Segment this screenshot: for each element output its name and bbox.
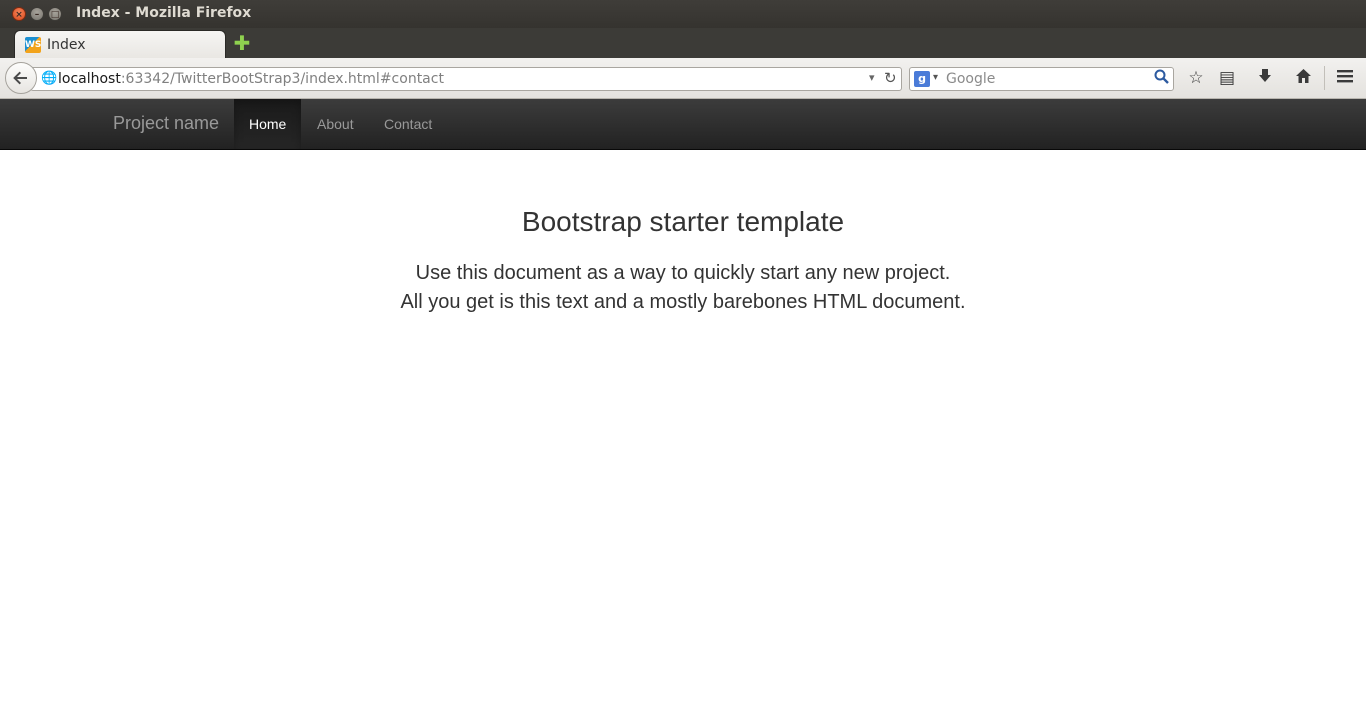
navbar-brand[interactable]: Project name xyxy=(113,113,219,134)
nav-item-contact[interactable]: Contact xyxy=(369,99,447,149)
menu-icon[interactable] xyxy=(1335,68,1355,88)
nav-item-about[interactable]: About xyxy=(302,99,369,149)
search-engine-dropdown-icon[interactable]: ▾ xyxy=(933,72,938,83)
site-identity-icon[interactable]: 🌐 xyxy=(41,72,57,86)
url-bar[interactable]: 🌐 localhost:63342/TwitterBootStrap3/inde… xyxy=(30,67,902,91)
window-maximize-button[interactable]: □ xyxy=(48,7,62,21)
bookmark-star-icon[interactable]: ☆ xyxy=(1186,68,1206,88)
window-close-button[interactable]: × xyxy=(12,7,26,21)
lead-line-1: Use this document as a way to quickly st… xyxy=(415,262,951,284)
nav-item-home[interactable]: Home xyxy=(234,99,302,149)
tab-index[interactable]: WS Index xyxy=(14,30,226,58)
home-icon[interactable] xyxy=(1293,68,1313,88)
download-arrow-icon xyxy=(1259,69,1271,82)
window-minimize-button[interactable]: – xyxy=(30,7,44,21)
search-bar[interactable]: g ▾ xyxy=(909,67,1174,91)
toolbar-separator xyxy=(1324,66,1325,90)
lead-text: Use this document as a way to quickly st… xyxy=(0,259,1366,317)
site-navbar: Project name Home About Contact xyxy=(0,99,1366,150)
lead-line-2: All you get is this text and a mostly ba… xyxy=(400,291,966,313)
url-path: :63342/TwitterBootStrap3/index.html#cont… xyxy=(120,71,444,87)
url-text[interactable]: localhost:63342/TwitterBootStrap3/index.… xyxy=(58,71,444,87)
house-icon xyxy=(1295,69,1311,83)
url-host: localhost xyxy=(58,71,121,87)
magnifier-icon xyxy=(1154,69,1169,84)
webstorm-icon: WS xyxy=(25,37,41,53)
page-heading: Bootstrap starter template xyxy=(521,206,845,237)
tab-label: Index xyxy=(47,37,86,53)
reload-icon[interactable]: ↻ xyxy=(884,69,897,87)
downloads-icon[interactable] xyxy=(1255,68,1275,88)
url-history-dropdown-icon[interactable]: ▾ xyxy=(869,71,875,84)
navigation-toolbar: 🌐 localhost:63342/TwitterBootStrap3/inde… xyxy=(0,58,1366,99)
main-content: Bootstrap starter template Use this docu… xyxy=(0,150,1366,720)
window-titlebar: × – □ Index - Mozilla Firefox xyxy=(0,0,1366,28)
hamburger-icon xyxy=(1337,70,1353,83)
new-tab-icon[interactable]: ✚ xyxy=(233,33,251,53)
google-icon[interactable]: g xyxy=(914,71,930,87)
back-button[interactable] xyxy=(5,62,37,94)
search-icon[interactable] xyxy=(1154,69,1169,88)
tab-strip: WS Index ✚ xyxy=(0,28,1366,58)
back-arrow-icon xyxy=(13,71,27,85)
bookmarks-menu-icon[interactable]: ▤ xyxy=(1217,68,1237,88)
search-input[interactable] xyxy=(946,70,1146,88)
window-title: Index - Mozilla Firefox xyxy=(76,5,252,21)
